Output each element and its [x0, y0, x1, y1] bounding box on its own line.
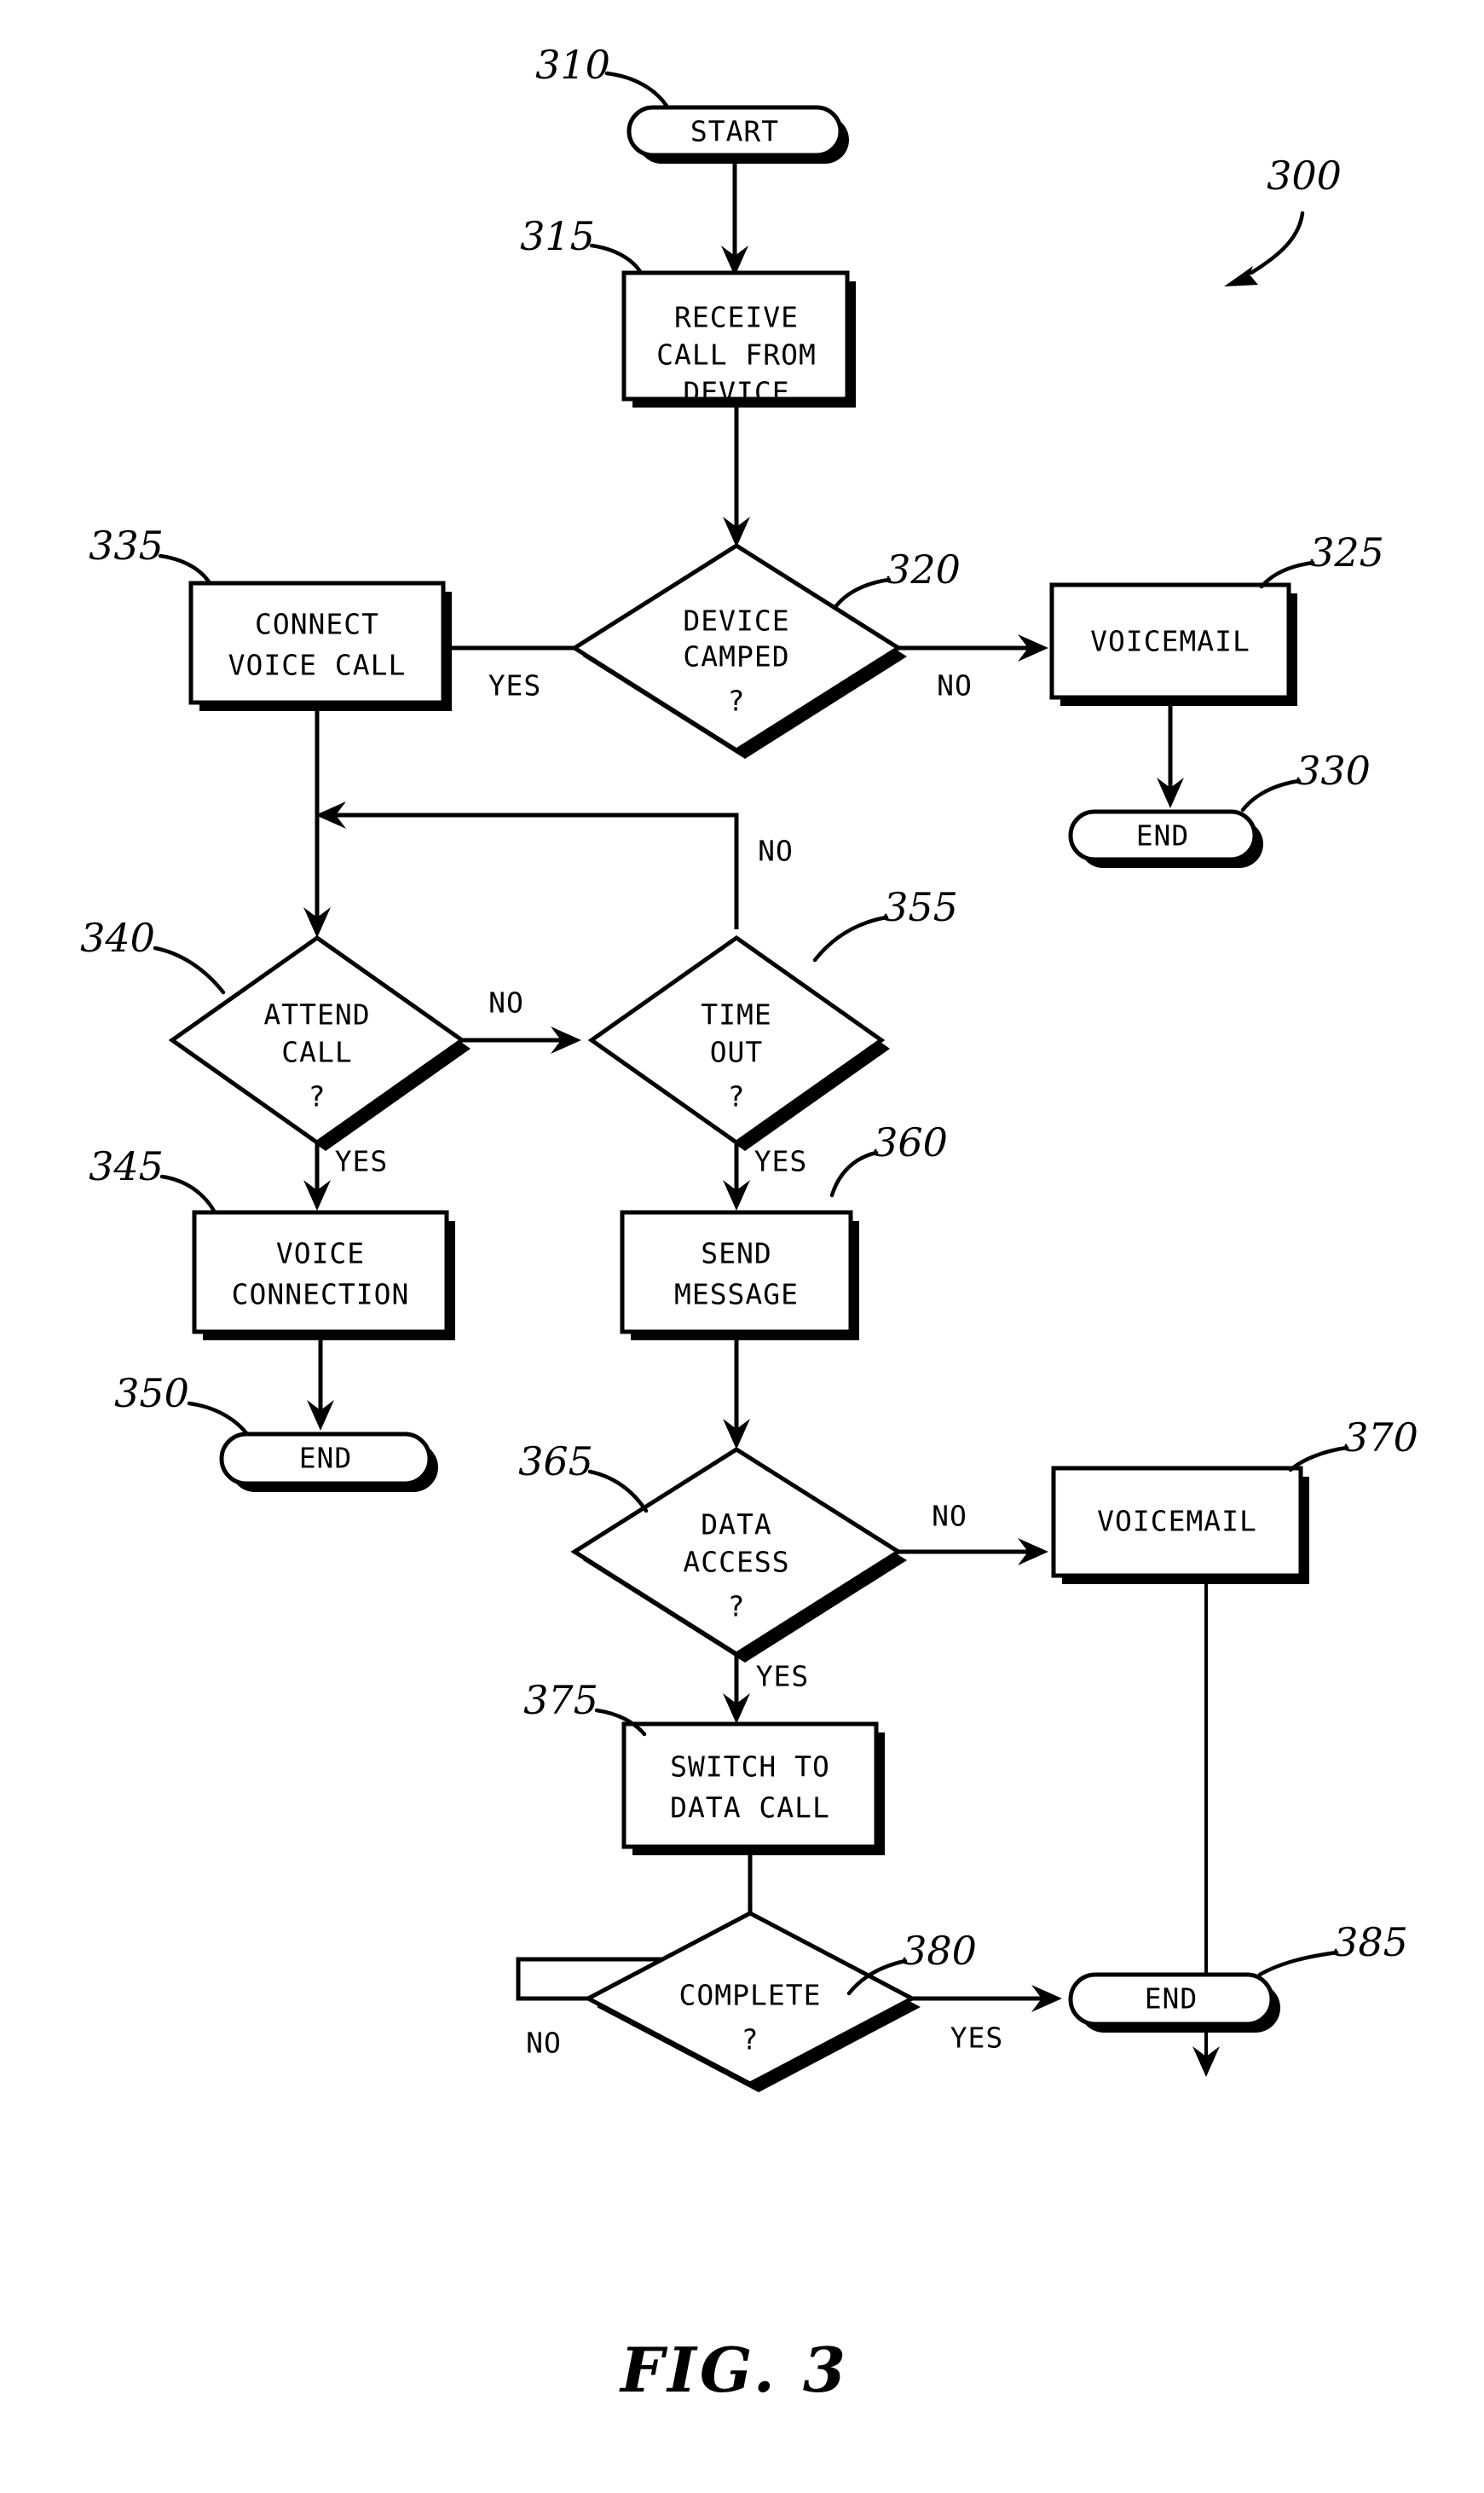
leader-345 [159, 1174, 217, 1215]
node-time-out: TIME OUT ? [587, 934, 890, 1151]
voice-connection-label-line1: VOICE [276, 1237, 365, 1270]
node-end-3: END [1068, 1972, 1280, 2033]
patent-figure-3: 300 START 310 RECEIVE CALL FROM DEVICE 3… [0, 0, 1484, 2493]
ref-number-370: 370 [1343, 1414, 1418, 1461]
leader-350 [187, 1401, 250, 1437]
ref-number-315: 315 [520, 213, 595, 259]
voice-connection-fill [194, 1212, 447, 1332]
ref-number-340: 340 [80, 915, 155, 961]
send-message-label-line1: SEND [701, 1237, 771, 1270]
complete-label: COMPLETE [679, 1979, 822, 2012]
flowchart-canvas: 300 START 310 RECEIVE CALL FROM DEVICE 3… [80, 42, 1418, 2406]
connect-voice-call-label-line1: CONNECT [255, 608, 379, 641]
branch-label-attend-no: NO [488, 986, 524, 1020]
node-voicemail-1: VOICEMAIL [1049, 582, 1297, 706]
branch-label-complete-no: NO [526, 2027, 562, 2060]
start-label: START [690, 115, 779, 148]
data-access-label-line1: DATA [701, 1508, 771, 1541]
end-1-label: END [1136, 819, 1190, 853]
time-out-label-line1: TIME [701, 998, 771, 1032]
node-start: START [627, 105, 849, 164]
device-camped-label-line1: DEVICE [683, 604, 789, 638]
branch-label-timeout-yes: YES [754, 1145, 808, 1178]
connect-voice-call-fill [191, 583, 443, 703]
device-camped-label-line3: ? [728, 685, 746, 718]
node-attend-call: ATTEND CALL ? [168, 934, 471, 1151]
attend-call-label-line2: CALL [281, 1036, 352, 1069]
ref-number-325: 325 [1309, 529, 1384, 576]
receive-call-label-line1: RECEIVE [674, 301, 799, 334]
time-out-label-line3: ? [728, 1080, 746, 1113]
data-access-label-line3: ? [728, 1590, 746, 1623]
ref-number-360: 360 [873, 1119, 948, 1166]
leader-315 [589, 243, 644, 275]
ref-number-320: 320 [886, 547, 961, 593]
branch-label-camped-no: NO [937, 669, 973, 703]
device-camped-label-line2: CAMPED [683, 640, 789, 674]
ref-number-335: 335 [89, 523, 164, 569]
node-end-2: END [219, 1432, 438, 1492]
receive-call-label-line2: CALL FROM [656, 338, 817, 372]
time-out-label-line2: OUT [710, 1036, 764, 1069]
branch-label-dataaccess-yes: YES [756, 1660, 810, 1693]
node-send-message: SEND MESSAGE [620, 1210, 859, 1340]
branch-label-dataaccess-no: NO [932, 1500, 967, 1533]
figure-caption: FIG. 3 [619, 2334, 849, 2406]
ref-number-385: 385 [1333, 1919, 1408, 1965]
edge-timeout-no-loop [329, 813, 739, 929]
attend-call-label-line1: ATTEND [263, 998, 370, 1032]
ref-number-355: 355 [883, 884, 958, 930]
send-message-label-line2: MESSAGE [674, 1278, 799, 1311]
attend-call-label-line3: ? [309, 1080, 326, 1113]
ref-number-350: 350 [114, 1370, 189, 1416]
ref-number-380: 380 [902, 1928, 977, 1974]
switch-to-data-call-fill [624, 1724, 876, 1847]
leader-320 [833, 577, 892, 610]
ref-number-365: 365 [518, 1438, 593, 1484]
node-device-camped: DEVICE CAMPED ? [570, 543, 907, 759]
ref-number-310: 310 [535, 42, 610, 88]
branch-label-complete-yes: YES [950, 2022, 1004, 2055]
branch-label-timeout-no: NO [758, 835, 794, 868]
leader-330 [1240, 778, 1302, 813]
receive-call-label-line3: DEVICE [683, 376, 789, 409]
data-access-label-line2: ACCESS [683, 1546, 789, 1579]
node-data-access: DATA ACCESS ? [570, 1447, 907, 1663]
end-3-label: END [1145, 1982, 1198, 2016]
switch-to-data-call-label-line1: SWITCH TO [670, 1750, 830, 1784]
leader-335 [158, 553, 212, 586]
end-2-label: END [299, 1442, 353, 1475]
node-connect-voice-call: CONNECT VOICE CALL [188, 581, 452, 711]
leader-385 [1257, 1950, 1339, 1977]
ref-number-330: 330 [1296, 748, 1371, 794]
leader-300-arrowhead [1224, 266, 1258, 286]
node-receive-call: RECEIVE CALL FROM DEVICE [621, 270, 856, 409]
branch-label-attend-yes: YES [335, 1145, 389, 1178]
complete-label-line2: ? [742, 2023, 759, 2056]
voice-connection-label-line2: CONNECTION [232, 1278, 410, 1311]
ref-number-345: 345 [89, 1143, 164, 1189]
branch-label-camped-yes: YES [488, 669, 542, 703]
leader-310 [604, 71, 669, 108]
connect-voice-call-label-line2: VOICE CALL [228, 649, 407, 682]
leader-365 [587, 1469, 649, 1513]
node-end-1: END [1068, 809, 1263, 868]
ref-number-300: 300 [1267, 153, 1342, 199]
node-voice-connection: VOICE CONNECTION [192, 1210, 455, 1340]
ref-number-375: 375 [523, 1677, 598, 1723]
voicemail-2-label: VOICEMAIL [1097, 1505, 1257, 1538]
leader-340 [153, 946, 226, 995]
leader-360 [829, 1150, 879, 1198]
switch-to-data-call-label-line2: DATA CALL [670, 1791, 830, 1825]
node-voicemail-2: VOICEMAIL [1051, 1466, 1309, 1584]
send-message-fill [622, 1212, 851, 1332]
node-complete: COMPLETE ? [583, 1911, 921, 2092]
voicemail-1-label: VOICEMAIL [1090, 625, 1250, 658]
node-switch-to-data-call: SWITCH TO DATA CALL [621, 1721, 885, 1855]
leader-355 [812, 915, 889, 963]
leader-300 [1249, 211, 1305, 275]
